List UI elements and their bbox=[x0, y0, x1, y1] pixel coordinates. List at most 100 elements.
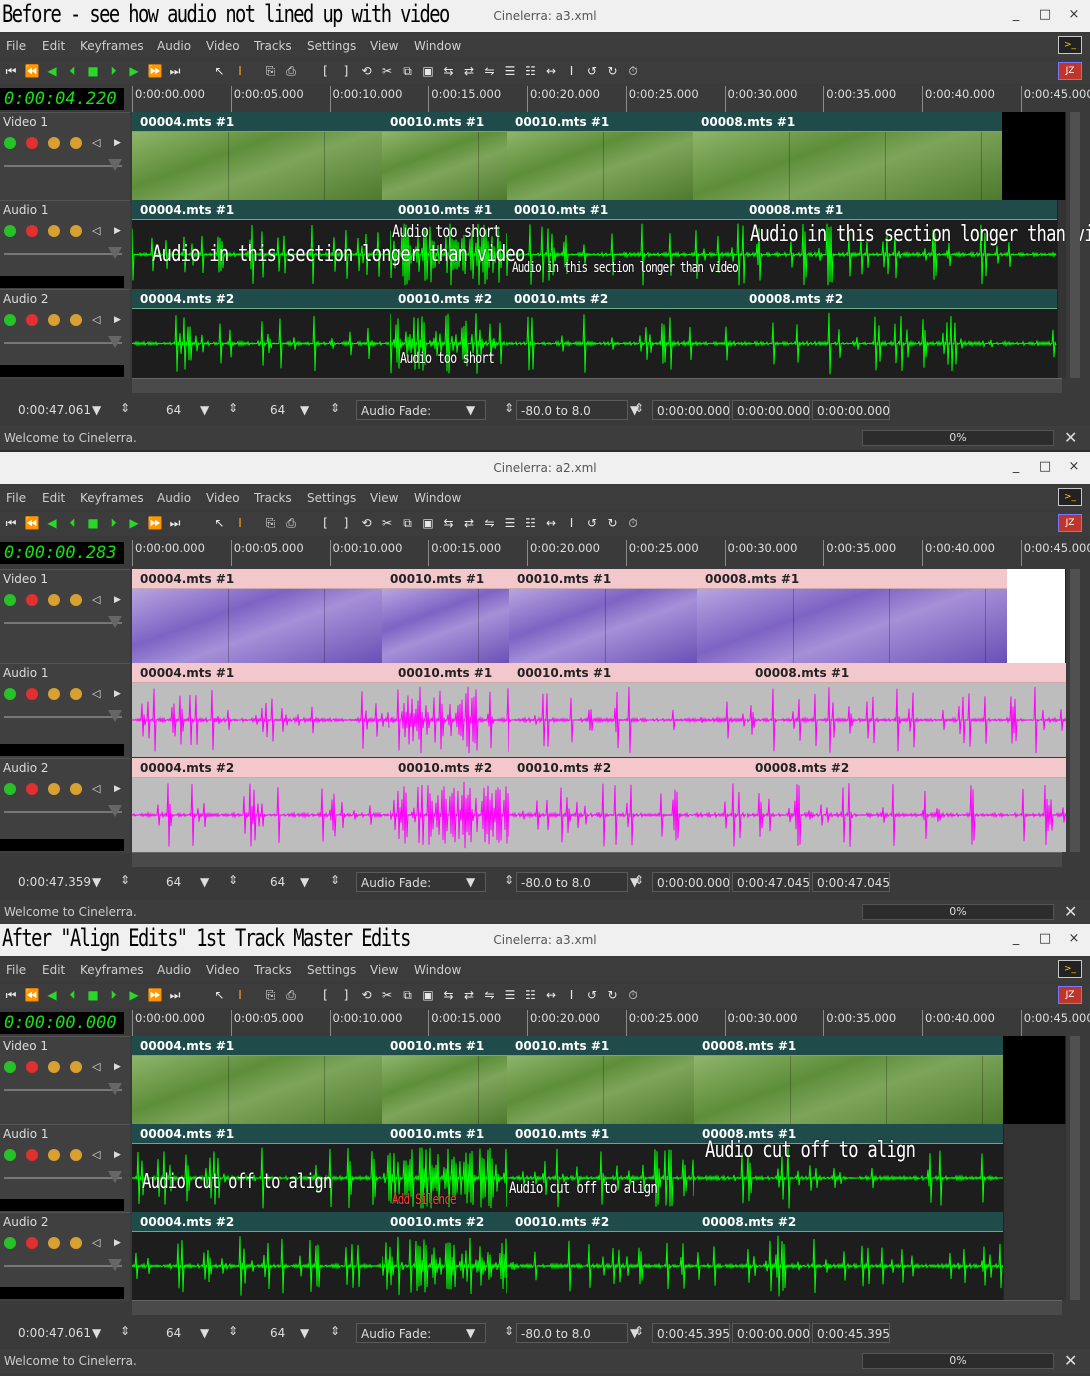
fader-knob[interactable] bbox=[108, 1259, 122, 1271]
stop-icon[interactable]: ■ bbox=[86, 63, 100, 79]
fast-forward-icon[interactable]: ⏩ bbox=[148, 515, 163, 531]
menu-view[interactable]: View bbox=[370, 491, 398, 505]
spinner-icon[interactable]: ⇕ bbox=[634, 873, 644, 887]
menu-settings[interactable]: Settings bbox=[307, 39, 356, 53]
paste-label-icon[interactable]: ⎙ bbox=[284, 987, 298, 1003]
draw-toggle[interactable] bbox=[70, 688, 82, 700]
dropdown-arrow-icon[interactable]: ▼ bbox=[92, 1326, 101, 1340]
dropdown-arrow-icon[interactable]: ▼ bbox=[300, 875, 309, 889]
rewind-start-icon[interactable]: ⏮ bbox=[4, 63, 18, 79]
mute-toggle[interactable]: ◁ bbox=[92, 783, 104, 795]
horizontal-scrollbar[interactable] bbox=[132, 1300, 1062, 1315]
arrow-edit-icon[interactable]: ↖ bbox=[213, 987, 227, 1003]
gang-toggle[interactable] bbox=[48, 1237, 60, 1249]
maximize-button[interactable]: □ bbox=[1037, 459, 1053, 474]
terminal-icon[interactable]: >_ bbox=[1058, 960, 1082, 978]
copy-icon[interactable]: ⧉ bbox=[401, 63, 415, 79]
fader-knob[interactable] bbox=[108, 616, 122, 628]
mute-toggle[interactable]: ◁ bbox=[92, 1061, 104, 1073]
dropdown-arrow-icon[interactable]: ▼ bbox=[466, 403, 475, 417]
spinner-icon[interactable]: ⇕ bbox=[120, 401, 130, 415]
spinner-icon[interactable]: ⇕ bbox=[228, 401, 238, 415]
meter-range-box[interactable]: -80.0 to 8.0 bbox=[516, 1323, 628, 1343]
loop-icon[interactable]: ⟲ bbox=[360, 987, 374, 1003]
cancel-icon[interactable]: ✕ bbox=[1064, 1351, 1077, 1370]
copy-label-icon[interactable]: ⎘ bbox=[264, 63, 278, 79]
copy-icon[interactable]: ⧉ bbox=[401, 987, 415, 1003]
timeline-edit[interactable]: 00010.mts #1 bbox=[509, 663, 748, 757]
spinner-icon[interactable]: ⇕ bbox=[120, 1324, 130, 1338]
timeline-edit[interactable]: 00004.mts #1 bbox=[132, 663, 391, 757]
undo-icon[interactable]: ↺ bbox=[585, 63, 599, 79]
menu-edit[interactable]: Edit bbox=[42, 963, 65, 977]
spinner-icon[interactable]: ⇕ bbox=[330, 1324, 340, 1338]
draw-toggle[interactable] bbox=[70, 137, 82, 149]
marker-icon[interactable]: I bbox=[565, 987, 579, 1003]
reverse-icon[interactable]: ◀ bbox=[45, 987, 59, 1003]
dropdown-arrow-icon[interactable]: ▼ bbox=[300, 1326, 309, 1340]
timeline-edit[interactable]: 00004.mts #1 bbox=[132, 1124, 383, 1212]
spinner-icon[interactable]: ⇕ bbox=[228, 1324, 238, 1338]
close-button[interactable]: × bbox=[1066, 931, 1082, 946]
expand-toggle[interactable]: ▶ bbox=[114, 314, 126, 326]
marker-icon[interactable]: I bbox=[565, 515, 579, 531]
play-icon[interactable]: ▶ bbox=[127, 63, 141, 79]
fast-forward-icon[interactable]: ⏩ bbox=[148, 987, 163, 1003]
clock-icon[interactable]: ⏱ bbox=[626, 987, 640, 1003]
menu-window[interactable]: Window bbox=[414, 491, 461, 505]
terminal-icon[interactable]: >_ bbox=[1058, 488, 1082, 506]
play-track-toggle[interactable] bbox=[4, 1237, 16, 1249]
timeline-edit[interactable]: 00010.mts #1 bbox=[507, 1124, 695, 1212]
timeline-edit[interactable]: 00004.mts #1 bbox=[132, 569, 383, 663]
spinner-icon[interactable]: ⇕ bbox=[634, 1324, 644, 1338]
close-button[interactable]: × bbox=[1066, 7, 1082, 22]
draw-toggle[interactable] bbox=[70, 225, 82, 237]
cancel-icon[interactable]: ✕ bbox=[1064, 428, 1077, 447]
draw-toggle[interactable] bbox=[70, 783, 82, 795]
in-point-icon[interactable]: [ bbox=[319, 63, 333, 79]
timeline-ruler[interactable]: 0:00:00.000 0:00:05.000 0:00:10.000 0:00:15… bbox=[132, 86, 1090, 112]
horizontal-scrollbar[interactable] bbox=[132, 852, 1062, 867]
expand-toggle[interactable]: ▶ bbox=[114, 1149, 126, 1161]
record-track-toggle[interactable] bbox=[26, 1149, 38, 1161]
draw-toggle[interactable] bbox=[70, 1149, 82, 1161]
dropdown-arrow-icon[interactable]: ▼ bbox=[300, 403, 309, 417]
track-fader[interactable] bbox=[4, 1083, 122, 1095]
draw-toggle[interactable] bbox=[70, 314, 82, 326]
timeline-edit[interactable]: 00010.mts #2 bbox=[390, 758, 510, 852]
frame-forward-icon[interactable]: ⏵ bbox=[107, 515, 121, 531]
fast-reverse-icon[interactable]: ⏪ bbox=[25, 987, 40, 1003]
spinner-icon[interactable]: ⇕ bbox=[120, 873, 130, 887]
goto-end-icon[interactable]: ⏭ bbox=[168, 515, 182, 531]
vertical-scrollbar[interactable] bbox=[1070, 1036, 1080, 1300]
dropdown-arrow-icon[interactable]: ▼ bbox=[200, 1326, 209, 1340]
mute-toggle[interactable]: ◁ bbox=[92, 314, 104, 326]
menu-edit[interactable]: Edit bbox=[42, 491, 65, 505]
ibeam-edit-icon[interactable]: I bbox=[233, 63, 247, 79]
out-point-icon[interactable]: ] bbox=[339, 63, 353, 79]
fit-selection-icon[interactable]: ☰ bbox=[503, 63, 517, 79]
mute-toggle[interactable]: ◁ bbox=[92, 1149, 104, 1161]
menu-view[interactable]: View bbox=[370, 39, 398, 53]
arrow-edit-icon[interactable]: ↖ bbox=[213, 63, 227, 79]
ibeam-edit-icon[interactable]: I bbox=[233, 515, 247, 531]
play-track-toggle[interactable] bbox=[4, 688, 16, 700]
overwrite-icon[interactable]: ⇆ bbox=[442, 987, 456, 1003]
record-track-toggle[interactable] bbox=[26, 783, 38, 795]
track-fader[interactable] bbox=[4, 1171, 122, 1183]
spinner-icon[interactable]: ⇕ bbox=[634, 401, 644, 415]
redo-icon[interactable]: ↻ bbox=[606, 515, 620, 531]
track-fader[interactable] bbox=[4, 336, 122, 348]
menu-audio[interactable]: Audio bbox=[157, 963, 191, 977]
fader-knob[interactable] bbox=[108, 159, 122, 171]
timeline-ruler[interactable]: 0:00:00.000 0:00:05.000 0:00:10.000 0:00:15… bbox=[132, 1010, 1090, 1036]
timeline-edit[interactable]: 00010.mts #1 bbox=[507, 112, 694, 200]
menu-file[interactable]: File bbox=[6, 39, 26, 53]
spinner-icon[interactable]: ⇕ bbox=[504, 1324, 514, 1338]
meter-range-box[interactable]: -80.0 to 8.0 bbox=[516, 400, 628, 420]
timeline-edit[interactable]: 00004.mts #2 bbox=[132, 289, 391, 378]
mute-toggle[interactable]: ◁ bbox=[92, 225, 104, 237]
label-icon[interactable]: ⇋ bbox=[483, 987, 497, 1003]
fader-knob[interactable] bbox=[108, 805, 122, 817]
dropdown-arrow-icon[interactable]: ▼ bbox=[92, 875, 101, 889]
